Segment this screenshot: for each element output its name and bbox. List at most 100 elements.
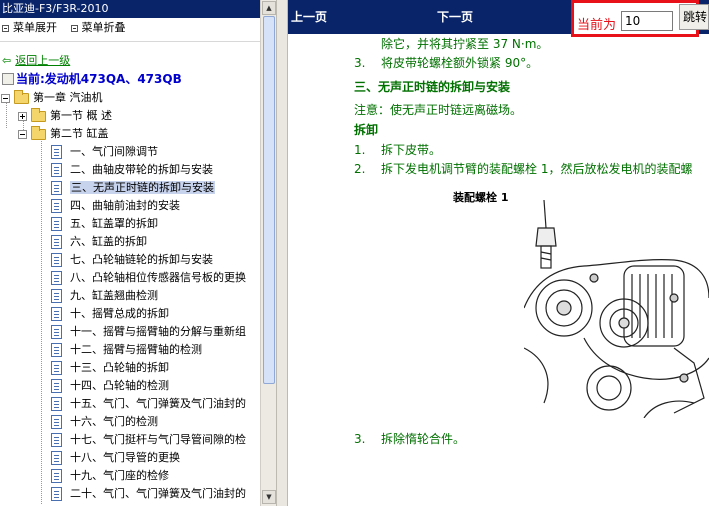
collapse-node-icon[interactable]: [1, 93, 10, 103]
back-link[interactable]: ⇦ 返回上一级: [2, 54, 70, 68]
collapse-icon: [70, 24, 78, 32]
tree-item-18[interactable]: 十八、气门导管的更换: [51, 449, 180, 467]
tree-section-1-label: 第一节 概 述: [50, 109, 112, 122]
expand-node-icon[interactable]: [18, 111, 27, 121]
panel-splitter[interactable]: [276, 0, 288, 506]
tree-item-3[interactable]: 三、无声正时链的拆卸与安装: [51, 179, 215, 197]
tree-item-17[interactable]: 十七、气门挺杆与气门导管间隙的检: [51, 431, 246, 449]
tree-item-label: 一、气门间隙调节: [70, 145, 158, 158]
book-icon: [2, 73, 14, 85]
current-location-label: 当前:发动机473QA、473QB: [16, 72, 182, 86]
scroll-down-icon[interactable]: ▼: [262, 490, 276, 504]
document-icon: [51, 415, 62, 429]
tree-item-label: 二十、气门、气门弹簧及气门油封的: [70, 487, 246, 500]
tree-item-label: 十四、凸轮轴的检测: [70, 379, 169, 392]
tree-item-19[interactable]: 十九、气门座的检修: [51, 467, 169, 485]
document-icon: [51, 343, 62, 357]
tree-item-label: 十八、气门导管的更换: [70, 451, 180, 464]
scroll-up-icon[interactable]: ▲: [262, 1, 276, 15]
tree-guide-line: [41, 138, 42, 504]
document-icon: [51, 253, 62, 267]
diagram-callout-label: 装配螺栓 1: [453, 191, 509, 204]
document-icon: [51, 199, 62, 213]
tree-item-8[interactable]: 八、凸轮轴相位传感器信号板的更换: [51, 269, 246, 287]
tree-item-7[interactable]: 七、凸轮轴链轮的拆卸与安装: [51, 251, 213, 269]
section-heading: 三、无声正时链的拆卸与安装: [354, 80, 511, 94]
tree-chapter-label: 第一章 汽油机: [33, 91, 103, 104]
step-number: 3.: [354, 432, 366, 446]
tree-item-1[interactable]: 一、气门间隙调节: [51, 143, 158, 161]
tree-item-label: 十七、气门挺杆与气门导管间隙的检: [70, 433, 246, 446]
tree-item-4[interactable]: 四、曲轴前油封的安装: [51, 197, 180, 215]
step-text: 将皮带轮螺栓额外锁紧 90°。: [381, 56, 539, 70]
tree-item-label: 十、摇臂总成的拆卸: [70, 307, 169, 320]
folder-icon: [31, 107, 46, 122]
document-icon: [51, 271, 62, 285]
tree-chapter[interactable]: 第一章 汽油机: [1, 89, 103, 107]
callout-leader-line: [543, 199, 547, 229]
tree-item-label: 五、缸盖罩的拆卸: [70, 217, 158, 230]
belt-path: [583, 337, 709, 380]
tree-section-1[interactable]: 第一节 概 述: [18, 107, 112, 125]
tree-section-2[interactable]: 第二节 缸盖: [18, 125, 109, 143]
folder-open-icon: [31, 125, 46, 140]
tree-item-6[interactable]: 六、缸盖的拆卸: [51, 233, 147, 251]
tree-item-20[interactable]: 二十、气门、气门弹簧及气门油封的: [51, 485, 246, 503]
tree-item-14[interactable]: 十四、凸轮轴的检测: [51, 377, 169, 395]
scroll-thumb[interactable]: [263, 16, 275, 384]
tree-item-label: 八、凸轮轴相位传感器信号板的更换: [70, 271, 246, 284]
step-text: 拆下发电机调节臂的装配螺栓 1，然后放松发电机的装配螺: [381, 162, 693, 176]
tree-item-label: 十二、摇臂与摇臂轴的检测: [70, 343, 202, 356]
document-icon: [51, 451, 62, 465]
collapse-all-button[interactable]: 菜单折叠: [70, 20, 126, 36]
document-icon: [51, 397, 62, 411]
window-title: 比亚迪-F3/F3R-2010: [0, 0, 260, 18]
jump-button[interactable]: 跳转: [679, 4, 709, 30]
tree-item-label: 九、缸盖翘曲检测: [70, 289, 158, 302]
tree-item-5[interactable]: 五、缸盖罩的拆卸: [51, 215, 158, 233]
engine-diagram: [524, 199, 709, 418]
toc-panel: 比亚迪-F3/F3R-2010 菜单展开 菜单折叠 ⇦ 返回上一级 当前:发动机4…: [0, 0, 276, 506]
bolt-head: [535, 227, 557, 247]
step-number: 1.: [354, 143, 366, 157]
back-link-label: 返回上一级: [15, 54, 71, 67]
tree-item-16[interactable]: 十六、气门的检测: [51, 413, 158, 431]
expand-all-button[interactable]: 菜单展开: [2, 20, 57, 36]
collapse-node-icon[interactable]: [18, 129, 27, 139]
divider-line: [0, 41, 260, 42]
content-panel: 上一页 下一页 当前为 跳转 除它，并将其拧紧至 37 N·m。 3. 将皮带轮…: [288, 0, 709, 506]
current-location: 当前:发动机473QA、473QB: [2, 72, 182, 86]
current-page-label: 当前为: [577, 18, 617, 33]
tree-item-10[interactable]: 十、摇臂总成的拆卸: [51, 305, 169, 323]
tree-item-label: 三、无声正时链的拆卸与安装: [70, 181, 215, 194]
document-icon: [51, 145, 62, 159]
document-icon: [51, 181, 62, 195]
document-icon: [51, 361, 62, 375]
step-number: 2.: [354, 162, 366, 176]
document-icon: [51, 325, 62, 339]
tree-item-11[interactable]: 十一、摇臂与摇臂轴的分解与重新组: [51, 323, 246, 341]
document-icon: [51, 235, 62, 249]
bracket: [673, 347, 705, 414]
tree-section-2-label: 第二节 缸盖: [50, 127, 109, 140]
tree-item-label: 十九、气门座的检修: [70, 469, 169, 482]
back-arrow-icon: ⇦: [2, 54, 12, 67]
toc-scrollbar[interactable]: ▲ ▼: [260, 0, 276, 506]
tree-item-12[interactable]: 十二、摇臂与摇臂轴的检测: [51, 341, 202, 359]
document-icon: [51, 163, 62, 177]
tree-item-label: 七、凸轮轴链轮的拆卸与安装: [70, 253, 213, 266]
tree-item-15[interactable]: 十五、气门、气门弹簧及气门油封的: [51, 395, 246, 413]
tree-item-label: 六、缸盖的拆卸: [70, 235, 147, 248]
document-icon: [51, 289, 62, 303]
tree-item-2[interactable]: 二、曲轴皮带轮的拆卸与安装: [51, 161, 213, 179]
tree-item-13[interactable]: 十三、凸轮轴的拆卸: [51, 359, 169, 377]
tree-item-label: 四、曲轴前油封的安装: [70, 199, 180, 212]
expand-all-label: 菜单展开: [13, 21, 57, 34]
crank-pulley: [586, 365, 632, 411]
tree-item-9[interactable]: 九、缸盖翘曲检测: [51, 287, 158, 305]
document-icon: [51, 379, 62, 393]
next-page-button[interactable]: 下一页: [437, 8, 473, 25]
page-number-input[interactable]: [621, 11, 673, 31]
document-icon: [51, 433, 62, 447]
prev-page-button[interactable]: 上一页: [291, 8, 327, 25]
